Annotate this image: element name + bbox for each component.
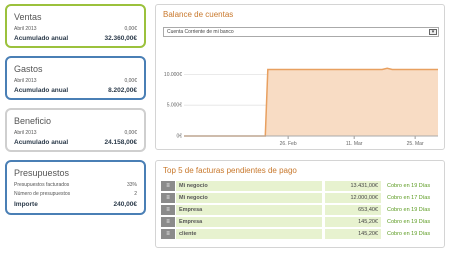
factura-row[interactable]: ≡ Mi negocio 12.000,00€ Cobro en 17 Días [161, 193, 440, 203]
y-tick-label: 5.000€ [167, 103, 183, 109]
y-tick-label: 10.000€ [164, 72, 182, 78]
beneficio-total-label: Acumulado anual [14, 139, 69, 146]
factura-status: Cobro en 17 Días [387, 195, 431, 201]
account-select-value: Cuenta Corriente de mi banco [167, 29, 234, 35]
ventas-period-row: Abril 2013 0,00€ [14, 26, 137, 32]
ventas-period-value: 0,00€ [124, 26, 137, 32]
factura-status: Cobro en 19 Días [387, 207, 431, 213]
gastos-total-row: Acumulado anual 8.202,00€ [14, 87, 137, 94]
presupuestos-row-facturados: Presupuestos facturados 33% [14, 182, 137, 188]
factura-status: Cobro en 19 Días [387, 231, 431, 237]
invoice-icon[interactable]: ≡ [161, 205, 175, 215]
presupuestos-card[interactable]: Presupuestos Presupuestos facturados 33%… [5, 160, 146, 215]
beneficio-period-value: 0,00€ [124, 130, 137, 136]
factura-client: Mi negocio [176, 193, 322, 203]
beneficio-total-row: Acumulado anual 24.158,00€ [14, 139, 137, 146]
beneficio-title: Beneficio [14, 116, 52, 126]
balance-chart: 10.000€ 5.000€ 0€ 26. Feb 11. Mar 25. Mar [164, 67, 438, 147]
ventas-total-label: Acumulado anual [14, 35, 69, 42]
invoice-icon[interactable]: ≡ [161, 229, 175, 239]
ventas-total-row: Acumulado anual 32.360,00€ [14, 35, 137, 42]
presupuestos-numero-value: 2 [134, 191, 137, 197]
presupuestos-total-label: Importe [14, 201, 38, 208]
balance-title: Balance de cuentas [163, 10, 234, 19]
beneficio-period-label: Abril 2013 [14, 130, 37, 136]
factura-row[interactable]: ≡ Empresa 145,20€ Cobro en 19 Días [161, 217, 440, 227]
gastos-period-label: Abril 2013 [14, 78, 37, 84]
factura-amount: 145,20€ [325, 229, 381, 239]
factura-status: Cobro en 19 Días [387, 183, 431, 189]
gastos-period-value: 0,00€ [124, 78, 137, 84]
beneficio-card[interactable]: Beneficio Abril 2013 0,00€ Acumulado anu… [5, 108, 146, 152]
ventas-card[interactable]: Ventas Abril 2013 0,00€ Acumulado anual … [5, 4, 146, 48]
gastos-period-row: Abril 2013 0,00€ [14, 78, 137, 84]
factura-amount: 13.431,00€ [325, 181, 381, 191]
y-tick-label: 0€ [176, 134, 182, 140]
presupuestos-total-value: 240,00€ [113, 201, 138, 208]
factura-amount: 145,20€ [325, 217, 381, 227]
factura-client: cliente [176, 229, 322, 239]
y-axis-ticks: 10.000€ 5.000€ 0€ [164, 72, 182, 140]
balance-area [184, 68, 438, 136]
gastos-card[interactable]: Gastos Abril 2013 0,00€ Acumulado anual … [5, 56, 146, 100]
factura-client: Empresa [176, 205, 322, 215]
factura-amount: 12.000,00€ [325, 193, 381, 203]
presupuestos-title: Presupuestos [14, 168, 70, 178]
presupuestos-total-row: Importe 240,00€ [14, 201, 137, 208]
ventas-title: Ventas [14, 12, 42, 22]
x-tick-label: 25. Mar [407, 141, 424, 147]
factura-client: Mi negocio [176, 181, 322, 191]
factura-client: Empresa [176, 217, 322, 227]
factura-status: Cobro en 19 Días [387, 219, 431, 225]
factura-row[interactable]: ≡ Empresa 653,40€ Cobro en 19 Días [161, 205, 440, 215]
facturas-title: Top 5 de facturas pendientes de pago [163, 166, 297, 175]
invoice-icon[interactable]: ≡ [161, 217, 175, 227]
factura-amount: 653,40€ [325, 205, 381, 215]
chevron-down-icon[interactable]: ▾ [429, 29, 437, 35]
factura-row[interactable]: ≡ cliente 145,20€ Cobro en 19 Días [161, 229, 440, 239]
beneficio-total-value: 24.158,00€ [104, 139, 137, 146]
balance-panel: Balance de cuentas Cuenta Corriente de m… [155, 4, 445, 150]
gastos-total-value: 8.202,00€ [108, 87, 137, 94]
gastos-title: Gastos [14, 64, 43, 74]
factura-row[interactable]: ≡ Mi negocio 13.431,00€ Cobro en 19 Días [161, 181, 440, 191]
x-axis-ticks: 26. Feb 11. Mar 25. Mar [184, 135, 438, 147]
beneficio-period-row: Abril 2013 0,00€ [14, 130, 137, 136]
account-select[interactable]: Cuenta Corriente de mi banco ▾ [163, 27, 439, 37]
ventas-period-label: Abril 2013 [14, 26, 37, 32]
ventas-total-value: 32.360,00€ [104, 35, 137, 42]
presupuestos-numero-label: Número de presupuestos [14, 191, 71, 197]
invoice-icon[interactable]: ≡ [161, 193, 175, 203]
presupuestos-facturados-label: Presupuestos facturados [14, 182, 70, 188]
x-tick-label: 11. Mar [346, 141, 363, 147]
gastos-total-label: Acumulado anual [14, 87, 69, 94]
invoice-icon[interactable]: ≡ [161, 181, 175, 191]
presupuestos-row-numero: Número de presupuestos 2 [14, 191, 137, 197]
presupuestos-facturados-value: 33% [126, 182, 137, 188]
x-tick-label: 26. Feb [280, 141, 297, 147]
